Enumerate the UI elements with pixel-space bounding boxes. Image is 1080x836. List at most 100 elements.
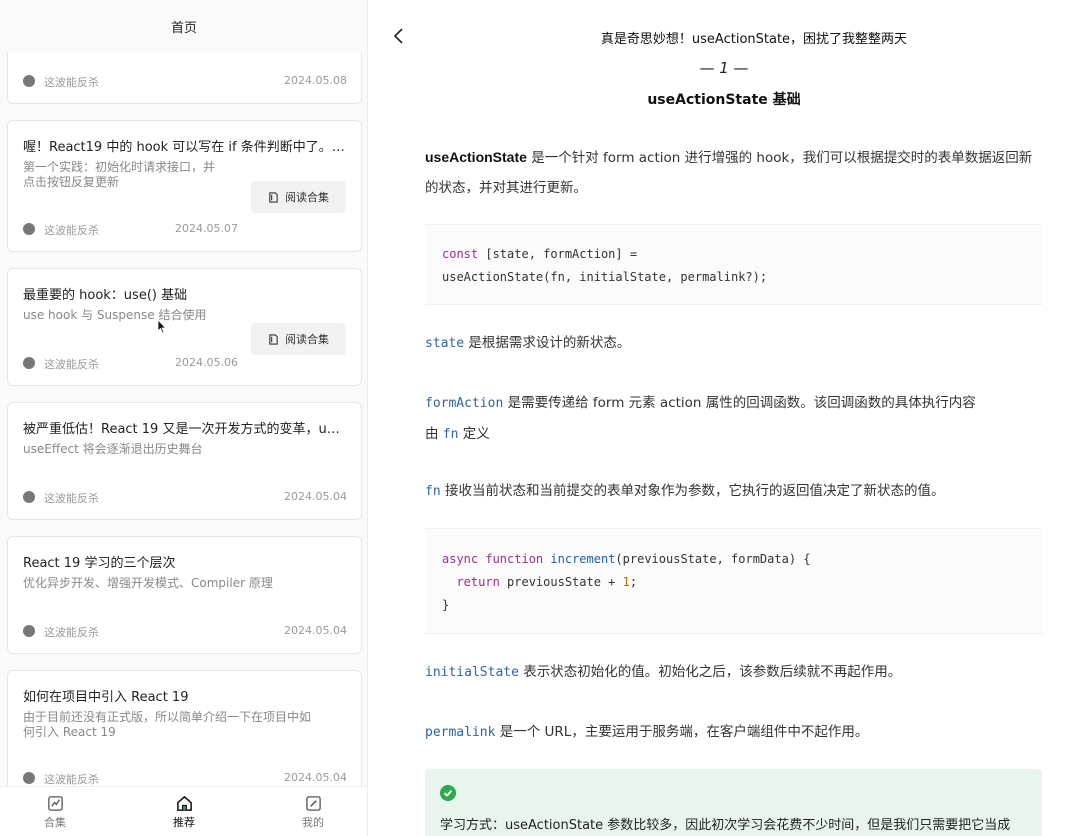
article-date: 2024.05.04	[284, 490, 347, 503]
code-keyword: return	[456, 575, 500, 589]
author-avatar	[23, 625, 35, 637]
article-card[interactable]: React 19 学习的三个层次 优化异步开发、增强开发模式、Compiler …	[7, 536, 362, 654]
tip-text: 学习方式：useActionState 参数比较多，因此初次学习会花费不少时间，…	[440, 818, 1011, 833]
article-subtitle-line: 由于目前还没有正式版，所以简单介绍一下在项目中如	[23, 710, 312, 724]
paragraph-text: 接收当前状态和当前提交的表单对象作为参数，它执行的返回值决定了新状态的值。	[440, 483, 945, 499]
edit-icon	[305, 796, 321, 811]
bottom-tab-bar: 合集 推荐 我的	[0, 786, 367, 836]
permalink-paragraph: permalink 是一个 URL，主要运用于服务端，在客户端组件中不起作用。	[425, 717, 1042, 748]
article-subtitle-line: 优化异步开发、增强开发模式、Compiler 原理	[23, 576, 273, 590]
tip-callout: 学习方式：useActionState 参数比较多，因此初次学习会花费不少时间，…	[425, 769, 1042, 836]
paragraph-text: 是根据需求设计的新状态。	[464, 335, 631, 351]
code-line: const [state, formAction] =	[442, 243, 1025, 266]
inline-code: fn	[442, 427, 459, 442]
tab-mine[interactable]: 我的	[283, 795, 343, 830]
author-name: 这波能反杀	[44, 626, 99, 639]
read-collection-label: 阅读合集	[285, 191, 329, 204]
author-avatar	[23, 223, 35, 235]
tab-label: 合集	[44, 816, 66, 829]
inline-code: fn	[425, 484, 441, 499]
card-meta: 这波能反杀 2024.05.04	[23, 624, 347, 639]
left-header: 首页	[0, 0, 367, 52]
article-card[interactable]: 喔！React19 中的 hook 可以写在 if 条件判断中了。use() 基…	[7, 120, 362, 252]
inline-code: permalink	[425, 725, 496, 740]
code-block: const [state, formAction] = useActionSta…	[425, 224, 1042, 305]
author-name: 这波能反杀	[44, 76, 99, 89]
article-subtitle: useEffect 将会逐渐退出历史舞台	[23, 442, 203, 457]
article-title: 最重要的 hook：use() 基础	[23, 288, 188, 303]
code-text: ;	[629, 575, 638, 589]
book-icon	[269, 333, 278, 345]
formaction-paragraph: formAction 是需要传递给 form 元素 action 属性的回调函数…	[425, 388, 1042, 450]
article-card[interactable]: 最重要的 hook：use() 基础 use hook 与 Suspense 结…	[7, 268, 362, 386]
read-collection-button[interactable]: 阅读合集	[251, 181, 346, 213]
inline-code: formAction	[425, 396, 504, 411]
code-text: (previousState, formData) {	[615, 552, 811, 566]
code-function: increment	[550, 552, 616, 566]
card-meta: 这波能反杀 2024.05.04	[23, 771, 347, 786]
article-subtitle: 第一个实践：初始化时请求接口，并 点击按钮反复更新	[23, 160, 215, 190]
section-number: — 1 —	[699, 59, 749, 77]
read-collection-button[interactable]: 阅读合集	[251, 323, 346, 355]
code-block: async function increment(previousState, …	[425, 528, 1042, 634]
chart-icon	[47, 796, 63, 811]
card-meta: 这波能反杀 2024.05.06	[23, 356, 347, 371]
author-avatar	[23, 491, 35, 503]
paragraph-text: 是一个 URL，主要运用于服务端，在客户端组件中不起作用。	[495, 724, 869, 740]
inline-code: state	[425, 336, 465, 351]
code-keyword: async	[442, 552, 479, 566]
author-name: 这波能反杀	[44, 358, 99, 371]
article-date: 2024.05.04	[284, 771, 347, 784]
article-title: 喔！React19 中的 hook 可以写在 if 条件判断中了。use() 基…	[23, 140, 345, 155]
code-text: [state, formAction] =	[478, 247, 638, 261]
code-keyword: function	[485, 552, 544, 566]
article-subtitle-line: 何引入 React 19	[23, 725, 116, 739]
code-line: async function increment(previousState, …	[442, 548, 1025, 571]
card-meta: 这波能反杀 2024.05.07	[23, 222, 347, 237]
inline-code: initialState	[425, 665, 519, 680]
author-avatar	[23, 75, 35, 87]
article-title: React 19 学习的三个层次	[23, 556, 176, 571]
code-line: useActionState(fn, initialState, permali…	[442, 270, 768, 284]
tab-label: 我的	[302, 816, 324, 829]
code-line: return previousState + 1;	[442, 571, 1025, 594]
author-name: 这波能反杀	[44, 773, 99, 786]
paragraph-text: 定义	[458, 426, 490, 442]
paragraph-text: 是需要传递给 form 元素 action 属性的回调函数。该回调函数的具体执行…	[503, 395, 976, 411]
left-header-title: 首页	[170, 20, 197, 36]
article-title: 被严重低估！React 19 又是一次开发方式的变革，useEffect	[23, 422, 345, 437]
state-paragraph: state 是根据需求设计的新状态。	[425, 328, 1042, 359]
card-meta: 这波能反杀 2024.05.04	[23, 490, 347, 505]
article-date: 2024.05.08	[284, 74, 347, 87]
code-number: 1	[622, 575, 630, 589]
article-title: 真是奇思妙想！useActionState，困扰了我整整两天	[600, 32, 908, 47]
author-name: 这波能反杀	[44, 224, 99, 237]
article-subtitle-line: 点击按钮反复更新	[23, 175, 120, 189]
fn-paragraph: fn 接收当前状态和当前提交的表单对象作为参数，它执行的返回值决定了新状态的值。	[425, 476, 1042, 507]
home-icon	[176, 795, 192, 811]
tab-recommend[interactable]: 推荐	[154, 795, 214, 830]
initialstate-paragraph: initialState 表示状态初始化的值。初始化之后，该参数后续就不再起作用…	[425, 657, 1042, 688]
article-subtitle-line: use hook 与 Suspense 结合使用	[23, 308, 207, 322]
code-text: previousState +	[499, 575, 623, 589]
inline-code: useActionState	[425, 149, 527, 165]
author-avatar	[23, 772, 35, 784]
article-subtitle-line: useEffect 将会逐渐退出历史舞台	[23, 442, 203, 456]
article-subtitle: 由于目前还没有正式版，所以简单介绍一下在项目中如 何引入 React 19	[23, 710, 311, 740]
code-keyword: const	[442, 247, 479, 261]
article-title: 如何在项目中引入 React 19	[23, 690, 189, 705]
read-collection-label: 阅读合集	[285, 333, 329, 346]
mouse-cursor-icon	[157, 319, 167, 334]
intro-paragraph: useActionState 是一个针对 form action 进行增强的 h…	[425, 142, 1042, 203]
article-list-panel: 首页 这波能反杀 2024.05.08 喔！React19 中的 hook 可以…	[0, 0, 368, 836]
tab-collection[interactable]: 合集	[25, 795, 85, 830]
check-circle-icon	[440, 785, 456, 801]
book-icon	[269, 191, 278, 203]
code-line: }	[442, 598, 450, 612]
paragraph-text: 表示状态初始化的值。初始化之后，该参数后续就不再起作用。	[518, 664, 902, 680]
tab-label: 推荐	[173, 816, 195, 829]
article-card[interactable]: 被严重低估！React 19 又是一次开发方式的变革，useEffect use…	[7, 402, 362, 520]
author-avatar	[23, 357, 35, 369]
article-card[interactable]: 如何在项目中引入 React 19 由于目前还没有正式版，所以简单介绍一下在项目…	[7, 670, 362, 800]
card-meta: 这波能反杀 2024.05.08	[23, 74, 347, 89]
